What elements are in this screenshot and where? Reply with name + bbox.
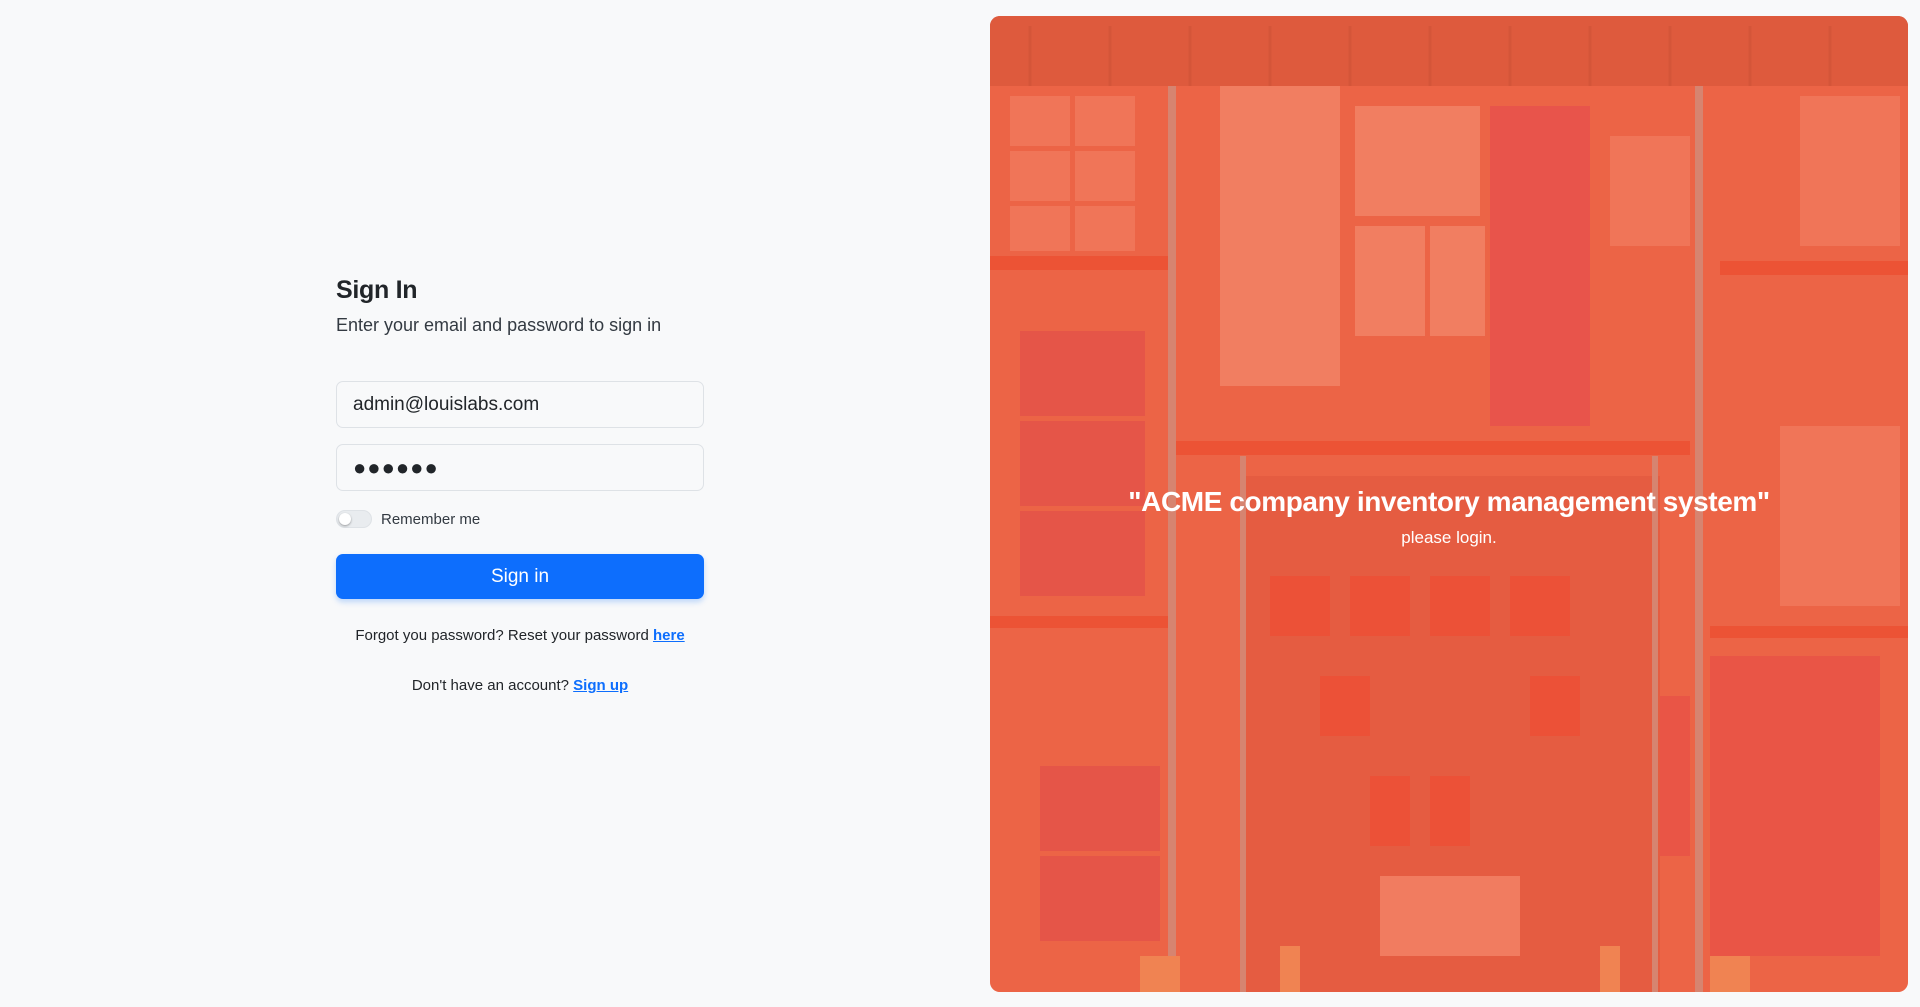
hero-title: "ACME company inventory management syste… xyxy=(1128,486,1770,517)
hero-image-panel: "ACME company inventory management syste… xyxy=(990,16,1908,992)
sign-up-link[interactable]: Sign up xyxy=(573,677,628,694)
page-title: Sign In xyxy=(336,276,418,304)
login-page: Sign In Enter your email and password to… xyxy=(0,0,1920,1007)
email-field[interactable] xyxy=(336,381,704,428)
signin-form: Sign In Enter your email and password to… xyxy=(336,276,704,694)
sign-in-button[interactable]: Sign in xyxy=(336,554,704,599)
signup-line: Don't have an account? Sign up xyxy=(336,677,704,694)
reset-password-link[interactable]: here xyxy=(653,627,685,644)
remember-me-row: Remember me xyxy=(336,510,704,528)
forgot-password-text: Forgot you password? Reset your password xyxy=(355,627,653,644)
page-subtitle: Enter your email and password to sign in xyxy=(336,315,662,335)
remember-me-label[interactable]: Remember me xyxy=(381,511,480,528)
remember-me-toggle[interactable] xyxy=(336,510,372,528)
hero-subtitle: please login. xyxy=(1401,528,1497,547)
signup-text: Don't have an account? xyxy=(411,677,574,694)
forgot-password-line: Forgot you password? Reset your password… xyxy=(336,627,704,644)
password-field[interactable] xyxy=(336,444,704,491)
hero-caption: "ACME company inventory management syste… xyxy=(990,486,1908,548)
toggle-knob xyxy=(339,513,351,525)
